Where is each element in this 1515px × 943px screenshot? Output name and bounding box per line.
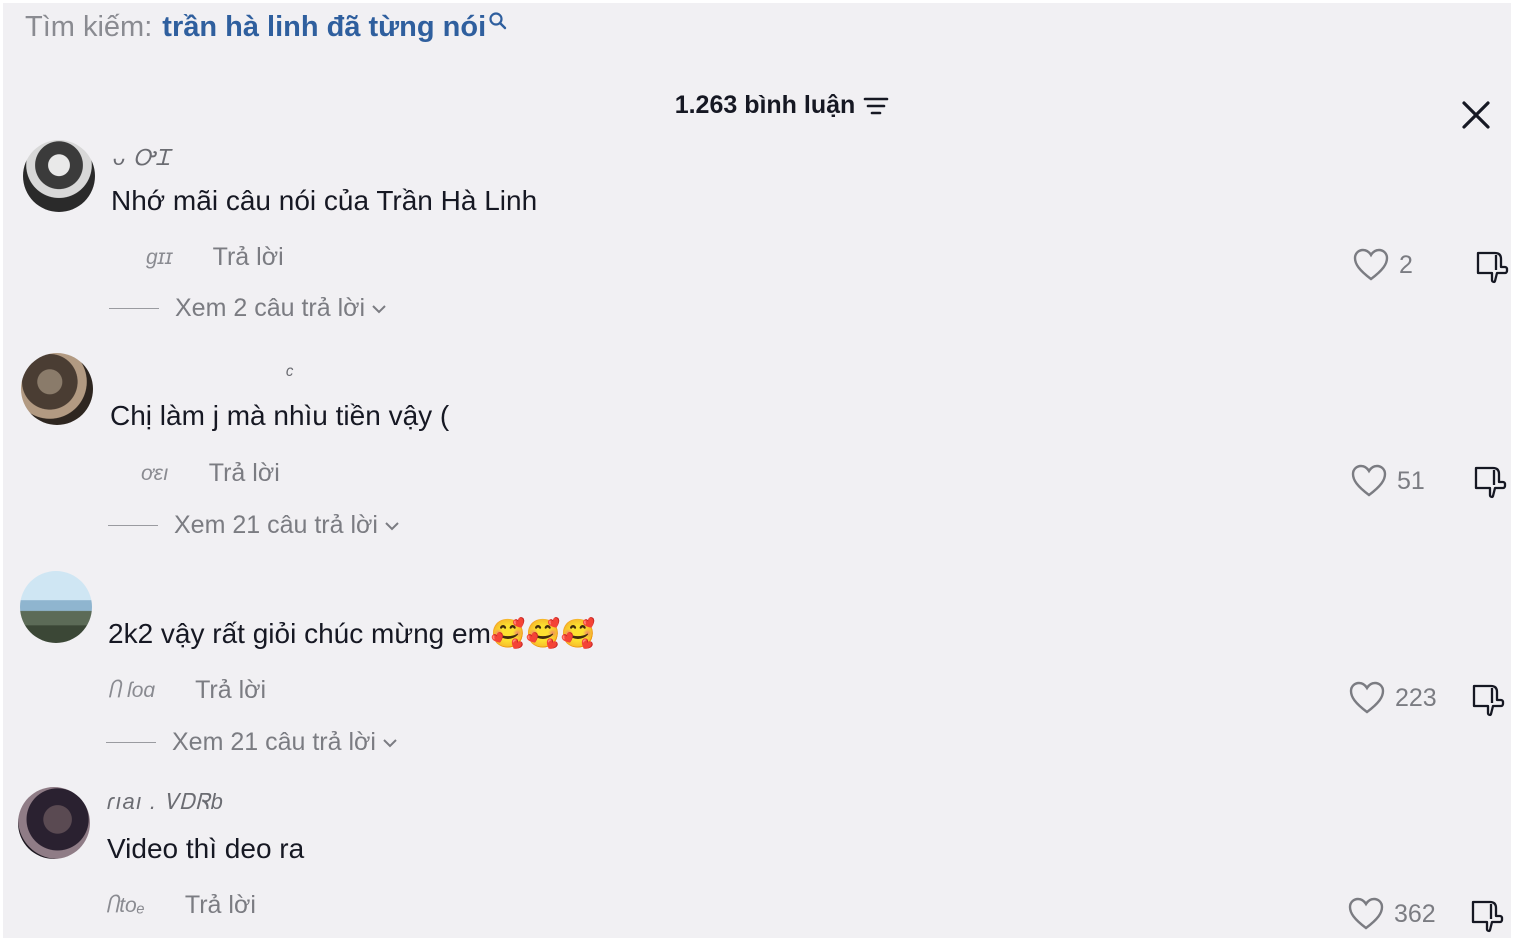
like-button[interactable]: 223 (1349, 681, 1437, 715)
view-replies-label: Xem 21 câu trả lời (172, 728, 376, 756)
divider-line (106, 742, 156, 743)
close-icon[interactable] (1459, 98, 1493, 132)
like-count: 223 (1395, 683, 1437, 712)
avatar[interactable] (18, 787, 90, 859)
chevron-down-icon (385, 521, 399, 530)
heart-icon (1349, 681, 1385, 714)
reply-button[interactable]: Trả lời (185, 891, 256, 920)
comment-text: Video thì deo ra (107, 833, 305, 864)
search-query[interactable]: trần hà linh đã từng nói (162, 11, 486, 44)
avatar[interactable] (20, 571, 92, 643)
reply-button[interactable]: Trả lời (209, 459, 280, 488)
avatar[interactable] (23, 140, 95, 212)
dislike-icon[interactable] (1468, 899, 1504, 935)
comment-item: 2k2 vậy rất giỏi chúc mừng em🥰🥰🥰 Ⴖ ſoɑ T… (3, 571, 1511, 771)
like-count: 362 (1394, 899, 1436, 928)
comment-count: 1.263 bình luận (674, 91, 856, 119)
comment-date: Ⴖ ſoɑ (108, 679, 156, 702)
reply-button[interactable]: Trả lời (213, 243, 284, 272)
like-button[interactable]: 362 (1348, 897, 1436, 931)
comment-date: ơɛı (141, 461, 169, 485)
heart-icon (1351, 464, 1387, 497)
divider-line (109, 308, 159, 309)
comment-date: ɡɪɪ (146, 245, 173, 269)
view-replies-button[interactable]: Xem 21 câu trả lời (106, 728, 398, 757)
avatar[interactable] (21, 353, 93, 425)
view-replies-button[interactable]: Xem 21 câu trả lời (108, 511, 400, 540)
comment-item: ᶜ Chị làm j mà nhìu tiền vậy ( ơɛı Trả l… (3, 353, 1511, 553)
view-replies-label: Xem 21 câu trả lời (174, 511, 378, 539)
comment-item: ɾıaı . ᏙᎠᏒb Video thì deo ra Ⴖtoₑ Trả lờ… (3, 787, 1511, 938)
divider-line (108, 525, 158, 526)
sort-icon[interactable] (863, 95, 889, 117)
dislike-icon[interactable] (1473, 250, 1509, 286)
heart-icon (1348, 897, 1384, 930)
search-bar[interactable]: Tìm kiếm: trần hà linh đã từng nói (25, 11, 508, 44)
search-label: Tìm kiếm: (25, 11, 153, 43)
dislike-icon[interactable] (1471, 465, 1507, 501)
chevron-down-icon (372, 304, 386, 313)
comment-text: 2k2 vậy rất giỏi chúc mừng em🥰🥰🥰 (108, 618, 596, 649)
comment-date: Ⴖtoₑ (106, 894, 145, 917)
comments-header: 1.263 bình luận (3, 91, 1511, 120)
dislike-icon[interactable] (1469, 683, 1505, 719)
comment-text: Nhớ mãi câu nói của Trần Hà Linh (111, 185, 538, 216)
comment-username[interactable]: ᶜ (285, 361, 294, 387)
comment-username[interactable]: ɾıaı . ᏙᎠᏒb (107, 789, 224, 815)
reply-button[interactable]: Trả lời (195, 676, 266, 705)
heart-icon (1353, 248, 1389, 281)
comments-panel: Tìm kiếm: trần hà linh đã từng nói 1.263… (3, 3, 1511, 938)
like-button[interactable]: 51 (1351, 464, 1425, 498)
comment-item: ᴗ ᎤᏆ Nhớ mãi câu nói của Trần Hà Linh ɡɪ… (3, 140, 1511, 340)
like-count: 51 (1397, 466, 1425, 495)
chevron-down-icon (383, 738, 397, 747)
search-icon[interactable] (488, 11, 508, 31)
comment-username[interactable]: ᴗ ᎤᏆ (113, 145, 171, 171)
like-button[interactable]: 2 (1353, 248, 1413, 282)
view-replies-button[interactable]: Xem 2 câu trả lời (109, 294, 387, 323)
comment-text: Chị làm j mà nhìu tiền vậy ( (110, 400, 450, 431)
like-count: 2 (1399, 250, 1413, 279)
view-replies-label: Xem 2 câu trả lời (175, 294, 366, 322)
